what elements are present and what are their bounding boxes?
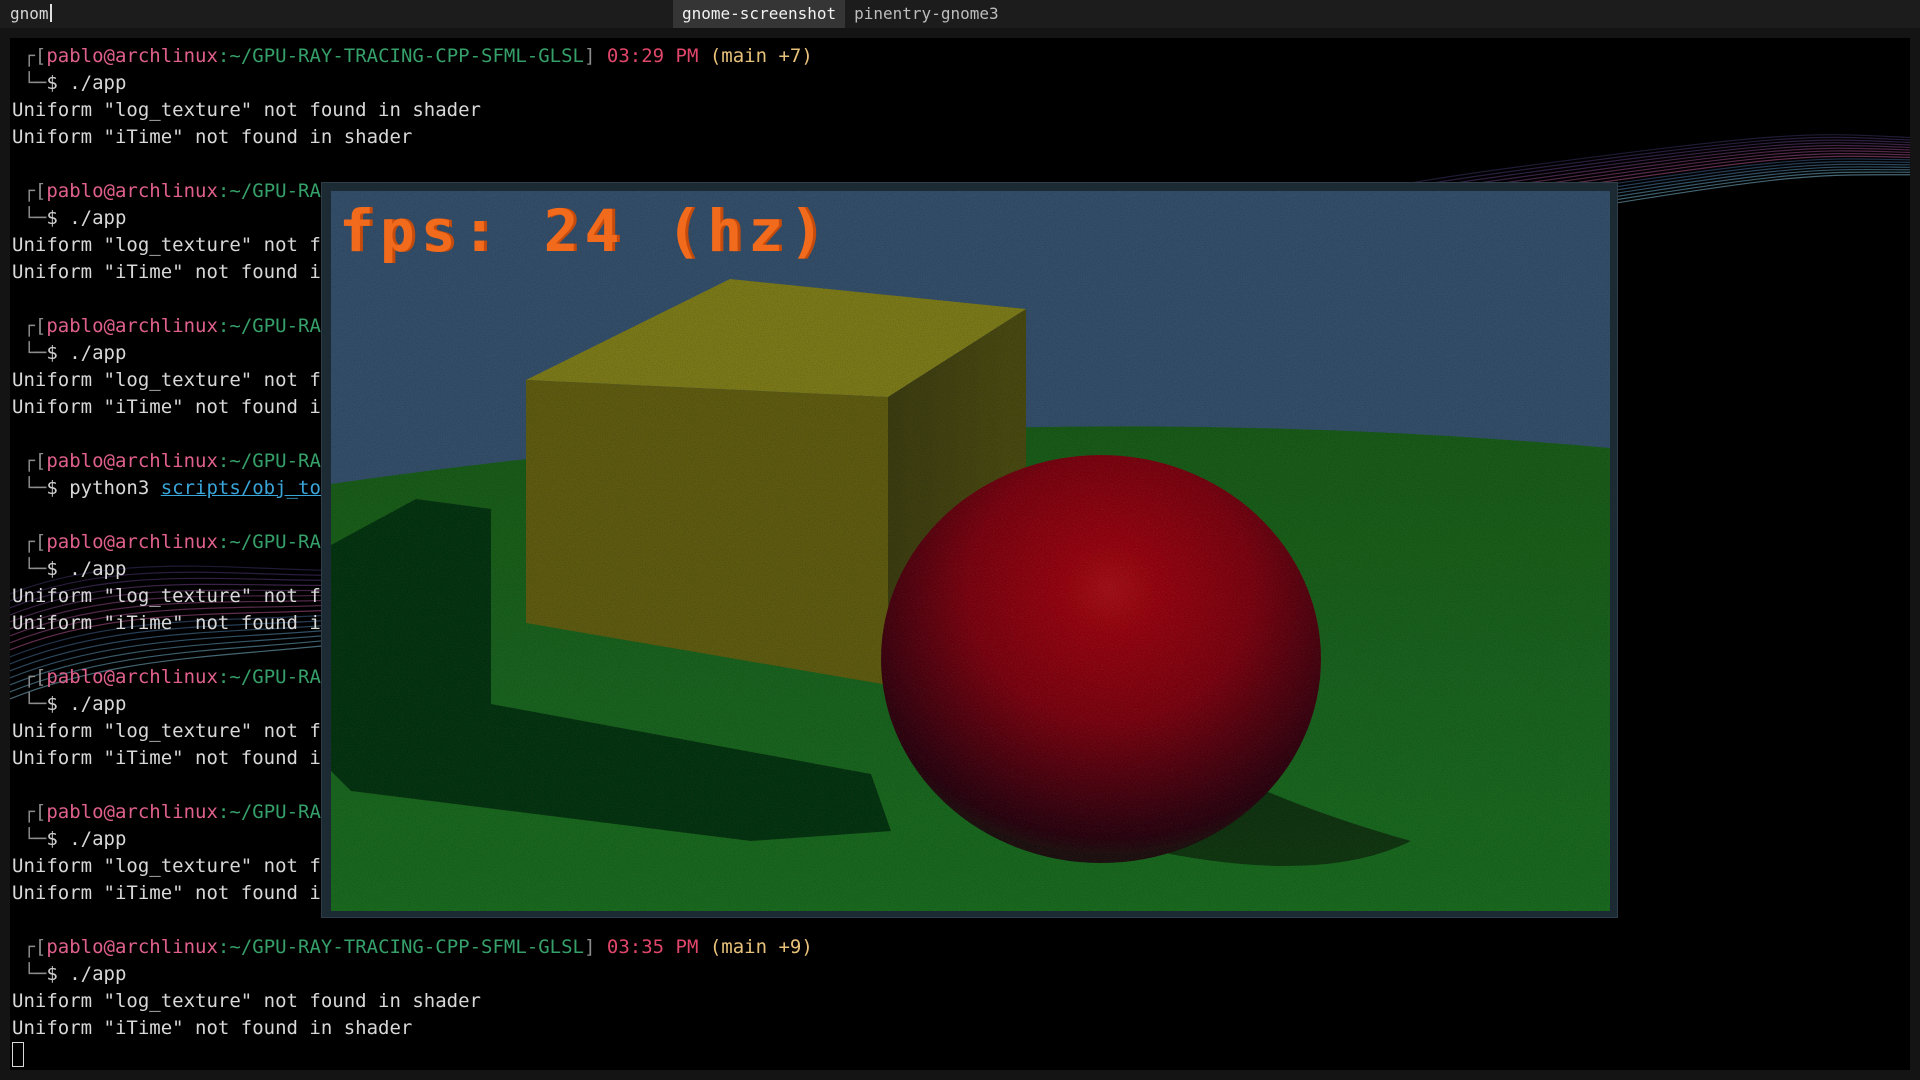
prompt-separator: :	[217, 936, 230, 958]
blank-line	[12, 1042, 1902, 1069]
prompt-user: pablo@archlinux	[46, 936, 218, 958]
command-text: ./app	[69, 342, 127, 364]
command-line: └─$ ./app	[12, 70, 1902, 97]
output-line: Uniform "log_texture" not found in shade…	[12, 99, 481, 121]
prompt-bracket: ┌[	[12, 936, 47, 958]
command-line: └─$ ./app	[12, 961, 1902, 988]
text-caret	[49, 4, 52, 22]
prompt-time: 03:29 PM	[606, 45, 699, 67]
terminal-cursor	[12, 1042, 24, 1067]
prompt-user: pablo@archlinux	[46, 666, 218, 688]
launcher-query-text: gnom	[10, 4, 49, 23]
command-text: ./app	[69, 963, 127, 985]
prompt-path: ~/GPU-RAY-TRACING-CPP-SFML-GLSL	[229, 45, 584, 67]
prompt-separator: :	[217, 801, 230, 823]
prompt-corner: └─	[12, 558, 47, 580]
prompt-user: pablo@archlinux	[46, 531, 218, 553]
prompt-corner: └─	[12, 342, 47, 364]
prompt-line: ┌[pablo@archlinux:~/GPU-RAY-TRACING-CPP-…	[12, 934, 1902, 961]
prompt-corner: └─	[12, 828, 47, 850]
prompt-bracket: ┌[	[12, 180, 47, 202]
prompt-bracket: ┌[	[12, 666, 47, 688]
command-text: ./app	[69, 828, 127, 850]
launcher-search-input[interactable]: gnom	[10, 0, 52, 28]
prompt-bracket: ]	[583, 45, 607, 67]
prompt-dollar: $	[46, 828, 70, 850]
prompt-user: pablo@archlinux	[46, 315, 218, 337]
ray-traced-scene	[331, 191, 1610, 911]
prompt-dollar: $	[46, 963, 70, 985]
output-line: Uniform "log_texture" not found in shade…	[12, 990, 481, 1012]
prompt-separator: :	[217, 531, 230, 553]
prompt-bracket: ┌[	[12, 450, 47, 472]
command-text: ./app	[69, 558, 127, 580]
output-line: Uniform "iTime" not found in shader	[12, 1017, 413, 1039]
prompt-bracket: ┌[	[12, 531, 47, 553]
prompt-separator: :	[217, 180, 230, 202]
launcher-result-item[interactable]: pinentry-gnome3	[845, 0, 1008, 28]
app-launcher-bar: gnom gnome-screenshot pinentry-gnome3	[0, 0, 1920, 28]
prompt-git-status: (main +7)	[709, 45, 813, 67]
output-line: Uniform "iTime" not found in shader	[12, 126, 413, 148]
prompt-corner: └─	[12, 963, 47, 985]
launcher-results: gnome-screenshot pinentry-gnome3	[673, 0, 1008, 28]
launcher-result-item[interactable]: gnome-screenshot	[673, 0, 846, 28]
prompt-git-status: (main +9)	[709, 936, 813, 958]
ray-tracer-app-window[interactable]: fps: 24 (hz)	[321, 182, 1618, 918]
prompt-bracket: ┌[	[12, 315, 47, 337]
prompt-dollar: $	[46, 72, 70, 94]
prompt-user: pablo@archlinux	[46, 801, 218, 823]
prompt-bracket: ┌[	[12, 801, 47, 823]
prompt-line: ┌[pablo@archlinux:~/GPU-RAY-TRACING-CPP-…	[12, 43, 1902, 70]
fps-counter: fps: 24 (hz)	[339, 197, 831, 265]
command-text: python3	[69, 477, 161, 499]
prompt-dollar: $	[46, 693, 70, 715]
prompt-separator: :	[217, 315, 230, 337]
prompt-dollar: $	[46, 477, 70, 499]
render-viewport[interactable]: fps: 24 (hz)	[331, 191, 1610, 911]
prompt-user: pablo@archlinux	[46, 45, 218, 67]
prompt-separator: :	[217, 450, 230, 472]
prompt-corner: └─	[12, 693, 47, 715]
prompt-user: pablo@archlinux	[46, 180, 218, 202]
command-text: ./app	[69, 72, 127, 94]
prompt-corner: └─	[12, 477, 47, 499]
prompt-dollar: $	[46, 558, 70, 580]
command-text: ./app	[69, 693, 127, 715]
prompt-path: ~/GPU-RAY-TRACING-CPP-SFML-GLSL	[229, 936, 584, 958]
prompt-separator: :	[217, 666, 230, 688]
prompt-corner: └─	[12, 72, 47, 94]
command-text: ./app	[69, 207, 127, 229]
prompt-bracket: ┌[	[12, 45, 47, 67]
prompt-dollar: $	[46, 207, 70, 229]
prompt-bracket: ]	[583, 936, 607, 958]
red-sphere	[881, 455, 1321, 863]
prompt-separator: :	[217, 45, 230, 67]
prompt-corner: └─	[12, 207, 47, 229]
prompt-dollar: $	[46, 342, 70, 364]
prompt-time: 03:35 PM	[606, 936, 699, 958]
prompt-user: pablo@archlinux	[46, 450, 218, 472]
